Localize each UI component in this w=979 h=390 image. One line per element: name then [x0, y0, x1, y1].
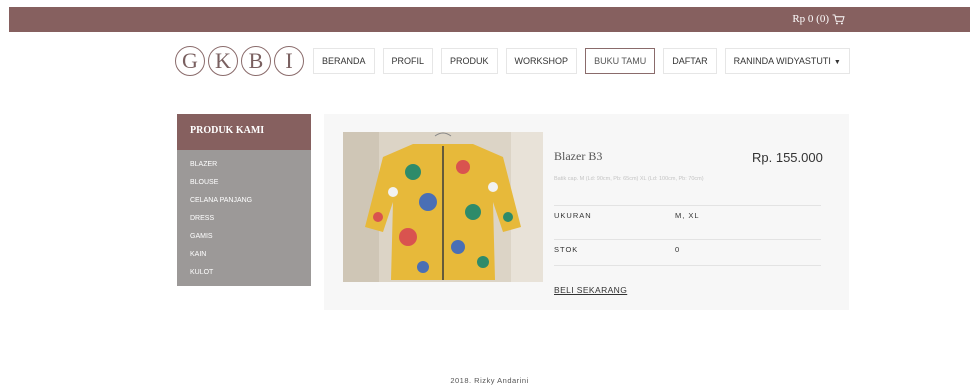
gkbi-logo[interactable]: G K B I [175, 46, 304, 76]
buy-now-link[interactable]: BELI SEKARANG [554, 285, 627, 295]
product-description: Batik cap. M (Ld: 90cm, Pb: 65cm) XL (Ld… [554, 176, 704, 182]
size-label: UKURAN [554, 211, 592, 220]
main-nav: BERANDA PROFIL PRODUK WORKSHOP BUKU TAMU… [313, 48, 850, 74]
stock-row: STOK 0 [554, 239, 821, 260]
logo-letter: I [274, 46, 304, 76]
logo-letter: G [175, 46, 205, 76]
nav-profil[interactable]: PROFIL [382, 48, 434, 74]
size-row: UKURAN M, XL [554, 205, 821, 226]
category-gamis[interactable]: GAMIS [190, 228, 311, 246]
top-bar: Rp 0 (0) [9, 7, 970, 32]
user-name: RANINDA WIDYASTUTI [733, 56, 831, 66]
nav-beranda[interactable]: BERANDA [313, 48, 375, 74]
cart-link[interactable]: Rp 0 (0) [792, 13, 845, 25]
category-celana-panjang[interactable]: CELANA PANJANG [190, 192, 311, 210]
nav-produk[interactable]: PRODUK [441, 48, 498, 74]
category-list: BLAZER BLOUSE CELANA PANJANG DRESS GAMIS… [177, 150, 311, 282]
category-kulot[interactable]: KULOT [190, 264, 311, 282]
logo-letter: K [208, 46, 238, 76]
product-detail-panel: Blazer B3 Rp. 155.000 Batik cap. M (Ld: … [324, 114, 849, 310]
cart-label: Rp 0 (0) [792, 13, 829, 25]
nav-workshop[interactable]: WORKSHOP [505, 48, 578, 74]
category-blouse[interactable]: BLOUSE [190, 174, 311, 192]
size-value: M, XL [675, 211, 700, 220]
product-name: Blazer B3 [554, 149, 603, 163]
product-category-sidebar: PRODUK KAMI BLAZER BLOUSE CELANA PANJANG… [177, 114, 311, 286]
sidebar-title: PRODUK KAMI [177, 114, 311, 150]
stock-value: 0 [675, 245, 681, 254]
nav-daftar[interactable]: DAFTAR [663, 48, 717, 74]
logo-letter: B [241, 46, 271, 76]
product-price: Rp. 155.000 [752, 150, 823, 165]
footer-credit: 2018. Rizky Andarini [450, 376, 529, 385]
divider [554, 265, 821, 266]
blazer-photo [343, 132, 543, 282]
cart-icon [832, 13, 845, 24]
nav-buku-tamu[interactable]: BUKU TAMU [585, 48, 656, 74]
category-kain[interactable]: KAIN [190, 246, 311, 264]
category-blazer[interactable]: BLAZER [190, 156, 311, 174]
user-menu[interactable]: RANINDA WIDYASTUTI ▼ [724, 48, 850, 74]
stock-label: STOK [554, 245, 579, 254]
category-dress[interactable]: DRESS [190, 210, 311, 228]
product-image[interactable] [343, 132, 543, 282]
caret-down-icon: ▼ [833, 59, 841, 66]
